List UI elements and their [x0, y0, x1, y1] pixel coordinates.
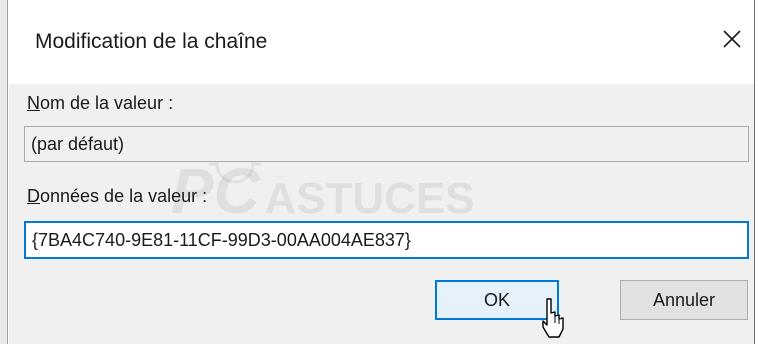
watermark-text-astuces: ASTUCES: [264, 174, 475, 223]
value-data-input[interactable]: {7BA4C740-9E81-11CF-99D3-00AA004AE837}: [24, 221, 749, 259]
ok-button[interactable]: OK: [435, 280, 559, 320]
value-name-label-mnemonic: N: [27, 93, 40, 113]
close-icon: [723, 30, 741, 48]
value-name-label: Nom de la valeur :: [27, 93, 173, 114]
dialog-body: PC ASTUCES Nom de la valeur : (par défau…: [9, 84, 754, 344]
dialog-title: Modification de la chaîne: [35, 30, 268, 53]
value-data-label-mnemonic: D: [27, 186, 40, 206]
value-data-label-text: onnées de la valeur :: [40, 186, 208, 206]
value-data-label: Données de la valeur :: [27, 186, 207, 207]
close-button[interactable]: [715, 22, 749, 56]
title-bar[interactable]: Modification de la chaîne: [9, 0, 754, 84]
value-data-text: {7BA4C740-9E81-11CF-99D3-00AA004AE837}: [32, 230, 411, 250]
cancel-button[interactable]: Annuler: [620, 280, 748, 320]
value-name-field[interactable]: (par défaut): [24, 126, 749, 162]
value-name-text: (par défaut): [31, 134, 125, 154]
value-name-label-text: om de la valeur :: [40, 93, 174, 113]
window-frame-right: [754, 0, 758, 344]
window-frame-left: [0, 0, 8, 344]
